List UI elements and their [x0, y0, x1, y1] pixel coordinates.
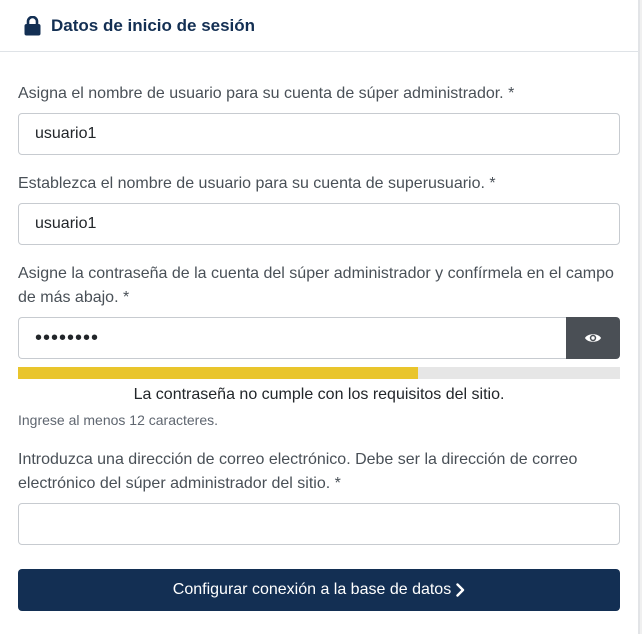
show-password-button[interactable]	[566, 317, 620, 359]
lock-icon	[24, 15, 41, 36]
configure-database-button[interactable]: Configurar conexión a la base de datos	[18, 569, 620, 611]
password-input[interactable]: ••••••••	[18, 317, 566, 359]
admin-username-input[interactable]	[18, 113, 620, 155]
password-strength-meter	[18, 367, 620, 379]
configure-database-label: Configurar conexión a la base de datos	[172, 581, 452, 598]
superuser-username-label: Establezca el nombre de usuario para su …	[18, 175, 496, 192]
password-group: ••••••••	[18, 317, 620, 359]
password-strength-fill	[18, 367, 419, 379]
email-label: Introduzca una dirección de correo elect…	[18, 451, 578, 492]
email-input[interactable]	[18, 503, 620, 545]
login-data-card: Datos de inicio de sesión Asigna el nomb…	[0, 0, 640, 634]
password-strength-message: La contraseña no cumple con los requisit…	[133, 386, 505, 403]
password-hint: Ingrese al menos 12 caracteres.	[18, 412, 218, 428]
card-header: Datos de inicio de sesión	[0, 0, 638, 52]
chevron-right-icon	[456, 583, 465, 597]
password-label: Asigne la contraseña de la cuenta del sú…	[18, 265, 614, 306]
admin-username-label: Asigna el nombre de usuario para su cuen…	[18, 85, 515, 102]
superuser-username-input[interactable]	[18, 203, 620, 245]
eye-icon	[584, 331, 602, 345]
card-title: Datos de inicio de sesión	[51, 15, 256, 35]
